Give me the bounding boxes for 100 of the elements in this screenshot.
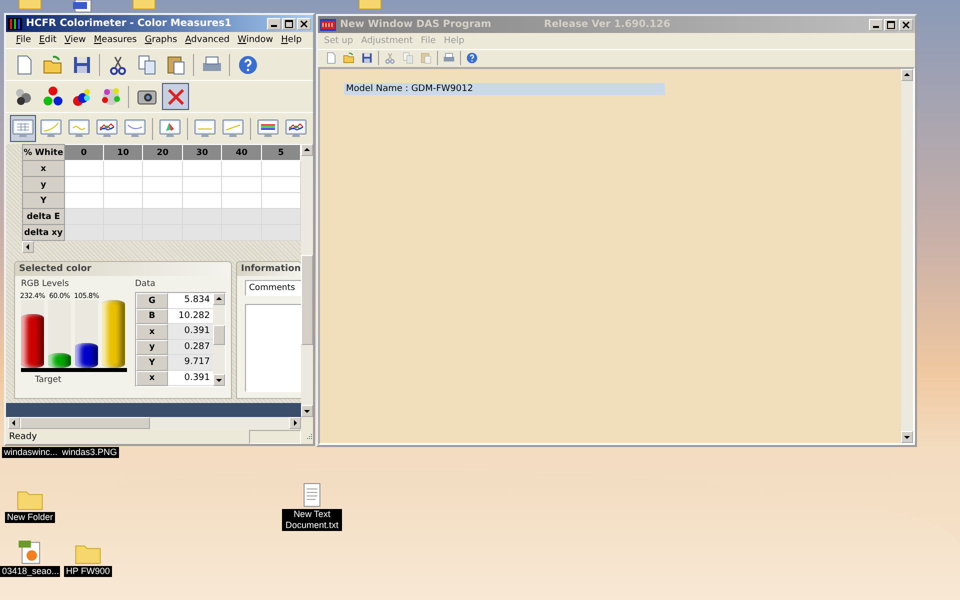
row-header: Y [22, 192, 64, 208]
scroll-down-button[interactable] [213, 374, 225, 386]
panel-title: Information [237, 262, 301, 276]
data-value: 0.391 [168, 370, 213, 386]
table-cell [182, 160, 222, 176]
table-cell [182, 192, 222, 208]
table-cell [222, 160, 262, 176]
data-label: Data [135, 279, 156, 289]
arrow-down-icon [216, 377, 222, 383]
row-header: x [136, 324, 168, 340]
maximize-button[interactable] [884, 18, 898, 30]
data-value: 0.287 [168, 340, 213, 355]
row-header: delta xy [22, 224, 64, 240]
desktop-icon-label[interactable]: HP FW900 [64, 566, 112, 577]
close-button[interactable] [899, 18, 913, 30]
scroll-right-button[interactable] [289, 417, 301, 429]
table-cell [182, 224, 222, 240]
panel-title: Selected color [15, 262, 231, 276]
stop-button[interactable] [162, 83, 189, 110]
scroll-down-button[interactable] [901, 431, 913, 443]
row-header: B [136, 308, 168, 324]
row-header: y [22, 176, 64, 192]
scissors-icon [383, 51, 397, 65]
close-icon [300, 20, 308, 28]
table-cell [222, 192, 262, 208]
scroll-left-button[interactable] [8, 417, 20, 429]
table-cell [142, 176, 182, 192]
arrow-up-icon [304, 147, 310, 153]
scrollbar-thumb[interactable] [20, 417, 150, 429]
scroll-up-button[interactable] [301, 144, 313, 156]
menu-item[interactable]: Measures [90, 35, 141, 45]
scroll-up-button[interactable] [901, 69, 913, 81]
document-icon [324, 51, 338, 65]
table-cell [142, 160, 182, 176]
scroll-up-button[interactable] [213, 293, 225, 305]
minimize-button[interactable] [267, 18, 281, 30]
row-header: G [136, 293, 168, 308]
close-button[interactable] [297, 18, 311, 30]
column-header: % White [22, 144, 64, 160]
target-label: Target [34, 375, 62, 385]
rgb-levels-label: RGB Levels [21, 279, 70, 289]
scrollbar-thumb[interactable] [213, 325, 225, 345]
table-cell [222, 176, 262, 192]
column-header: 10 [103, 144, 143, 160]
row-header: Y [136, 355, 168, 370]
menu-item[interactable]: Window [234, 35, 278, 45]
resize-grip-icon[interactable] [305, 432, 313, 440]
app-icon [320, 18, 336, 30]
menu-item[interactable]: File [12, 35, 36, 45]
image-file-icon[interactable] [73, 0, 93, 12]
table-cell [182, 176, 222, 192]
comments-dropdown[interactable]: Comments [245, 280, 301, 296]
table-cell [103, 160, 143, 176]
data-value: 10.282 [168, 308, 213, 324]
row-header: y [136, 340, 168, 355]
arrow-right-icon [292, 420, 298, 426]
menu-item[interactable]: Help [277, 35, 306, 45]
table-cell [142, 224, 182, 240]
help-icon [465, 51, 479, 65]
data-value: 5.834 [168, 293, 213, 308]
monitor-button[interactable] [10, 115, 36, 142]
row-header: delta E [22, 208, 64, 224]
minimize-button[interactable] [869, 18, 883, 30]
window-title: New Window DAS Program [340, 19, 492, 30]
scrollbar-thumb[interactable] [301, 255, 313, 345]
menu-item[interactable]: Advanced [181, 35, 234, 45]
desktop-icon-label[interactable]: 03418_seao... [0, 566, 60, 577]
menu-item[interactable]: Graphs [140, 35, 182, 45]
scroll-left-button[interactable] [22, 241, 34, 253]
close-icon [902, 20, 910, 28]
table-cell [222, 224, 262, 240]
row-header: x [22, 160, 64, 176]
column-header: 5 [261, 144, 300, 160]
status-pane [249, 430, 301, 444]
desktop-icon-label[interactable]: New Text Document.txt [282, 509, 342, 531]
data-value: 0.391 [168, 324, 213, 340]
table-cell [142, 208, 182, 224]
table-cell [261, 176, 300, 192]
arrow-left-icon [25, 244, 31, 250]
row-header: x [136, 370, 168, 386]
clipboard-icon [419, 51, 433, 65]
column-header: 0 [64, 144, 104, 160]
maximize-button[interactable] [282, 18, 296, 30]
desktop-icon-label[interactable]: windas3.PNG [60, 447, 120, 458]
arrow-up-icon [216, 296, 222, 302]
maximize-icon [887, 20, 895, 28]
scroll-down-button[interactable] [301, 405, 313, 417]
desktop-icon-label[interactable]: New Folder [5, 512, 56, 523]
desktop-icon-label[interactable]: windaswinc... [2, 447, 60, 458]
spheres-icon [40, 84, 64, 108]
minimize-icon [873, 26, 879, 28]
menu-item[interactable]: View [60, 35, 90, 45]
table-cell [261, 192, 300, 208]
comments-field[interactable] [245, 304, 301, 392]
table-cell [103, 208, 143, 224]
status-text: Ready [9, 432, 38, 442]
menu-item[interactable]: Edit [35, 35, 61, 45]
table-cell [182, 208, 222, 224]
table-cell [222, 208, 262, 224]
column-header: 20 [142, 144, 182, 160]
